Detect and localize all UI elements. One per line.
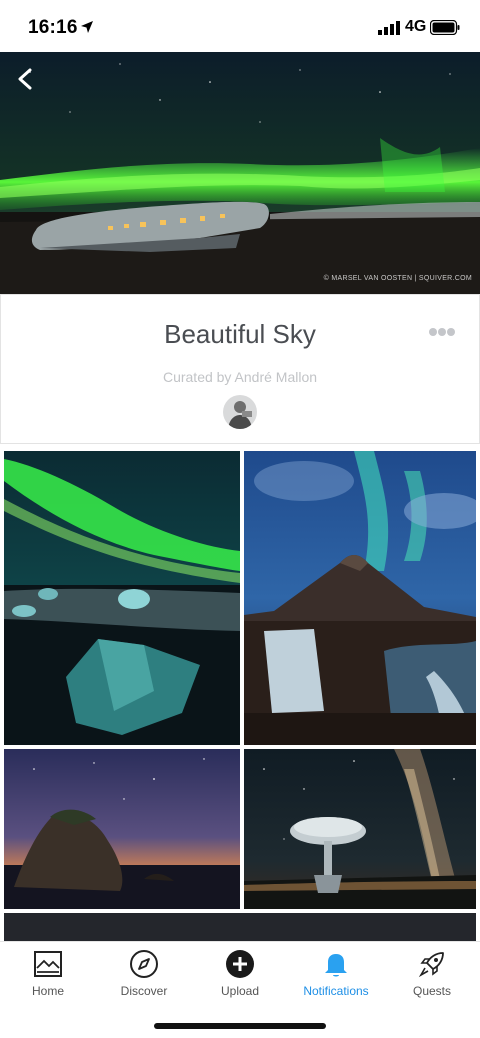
battery-icon [430, 20, 460, 35]
bell-icon [325, 954, 347, 977]
tab-label: Home [31, 984, 64, 998]
home-icon [34, 951, 62, 977]
curator-label: Curated by André Mallon [162, 369, 318, 385]
plus-circle-icon [226, 950, 254, 978]
photo-tile[interactable] [4, 451, 240, 745]
network-type: 4G [405, 18, 427, 35]
gallery-info-card: Beautiful Sky Curated by André Mallon [0, 294, 480, 444]
rocket-icon [418, 952, 444, 978]
photo-tile[interactable] [244, 749, 476, 909]
tab-upload[interactable]: Upload [192, 948, 288, 1008]
status-bar: 16:16 4G [0, 0, 480, 52]
tab-discover[interactable]: Discover [96, 948, 192, 1008]
tab-notifications[interactable]: Notifications [288, 948, 384, 1008]
photo-tile[interactable] [4, 913, 476, 941]
tab-home[interactable]: Home [0, 948, 96, 1008]
compass-icon [130, 950, 158, 978]
photo-credit: © MARSEL VAN OOSTEN | SQUIVER.COM [323, 275, 472, 282]
more-dot-icon [429, 328, 437, 336]
more-options-button[interactable] [429, 323, 459, 337]
status-time: 16:16 [28, 17, 78, 38]
tab-label: Upload [220, 984, 260, 998]
more-dot-icon [447, 328, 455, 336]
curator-avatar[interactable] [223, 395, 257, 429]
gallery-title: Beautiful Sky [164, 319, 316, 349]
photo-tile[interactable] [4, 749, 240, 909]
location-arrow-icon [81, 21, 93, 33]
back-button[interactable] [10, 62, 40, 96]
tab-label: Discover [120, 984, 168, 998]
gallery-cover-image [0, 52, 480, 294]
tab-quests[interactable]: Quests [384, 948, 480, 1008]
more-dot-icon [438, 328, 446, 336]
photo-tile[interactable] [244, 451, 476, 745]
home-indicator [154, 1023, 326, 1029]
cellular-signal-icon [378, 21, 400, 35]
tab-label: Notifications [303, 984, 369, 998]
tab-label: Quests [412, 984, 451, 998]
